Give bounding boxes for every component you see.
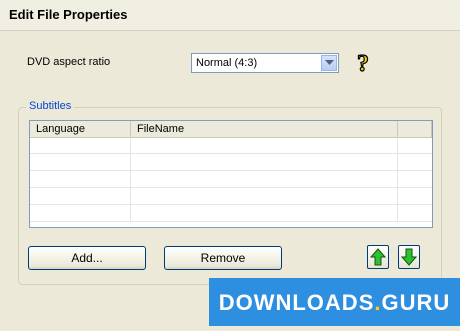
table-row[interactable] (30, 205, 432, 222)
watermark-banner: DOWNLOADS.GURU (209, 278, 460, 326)
table-cell (131, 188, 398, 205)
svg-text:?: ? (357, 51, 369, 75)
question-mark-icon[interactable]: ? (354, 50, 376, 77)
column-header-filename[interactable]: FileName (131, 121, 398, 137)
chevron-down-icon[interactable] (321, 55, 337, 71)
table-cell (131, 205, 398, 222)
green-up-arrow-icon (370, 248, 386, 266)
aspect-ratio-select[interactable]: Normal (4:3) (191, 53, 339, 73)
add-button[interactable]: Add... (28, 246, 146, 270)
table-header: Language FileName (30, 121, 432, 138)
column-header-filler (398, 121, 432, 137)
green-down-arrow-icon (401, 248, 417, 266)
column-header-language[interactable]: Language (30, 121, 131, 137)
table-cell (30, 154, 131, 171)
window-title: Edit File Properties (9, 7, 128, 22)
watermark-right: GURU (381, 290, 451, 315)
title-bar: Edit File Properties (0, 0, 460, 31)
move-up-button[interactable] (367, 245, 389, 269)
aspect-ratio-value: Normal (4:3) (196, 57, 258, 69)
table-cell (30, 205, 131, 222)
table-row[interactable] (30, 137, 432, 154)
table-row[interactable] (30, 154, 432, 171)
table-cell (30, 171, 131, 188)
move-down-button[interactable] (398, 245, 420, 269)
watermark-dot: . (374, 290, 382, 315)
watermark-text: DOWNLOADS.GURU (209, 290, 460, 316)
table-cell (131, 171, 398, 188)
aspect-ratio-label: DVD aspect ratio (27, 56, 111, 68)
table-cell (131, 137, 398, 154)
subtitles-group-label: Subtitles (26, 100, 75, 112)
table-row[interactable] (30, 188, 432, 205)
watermark-left: DOWNLOADS (218, 290, 375, 315)
table-cell (30, 188, 131, 205)
table-cell (30, 137, 131, 154)
subtitles-table[interactable]: Language FileName (29, 120, 433, 228)
table-row[interactable] (30, 171, 432, 188)
remove-button[interactable]: Remove (164, 246, 282, 270)
table-cell (131, 154, 398, 171)
